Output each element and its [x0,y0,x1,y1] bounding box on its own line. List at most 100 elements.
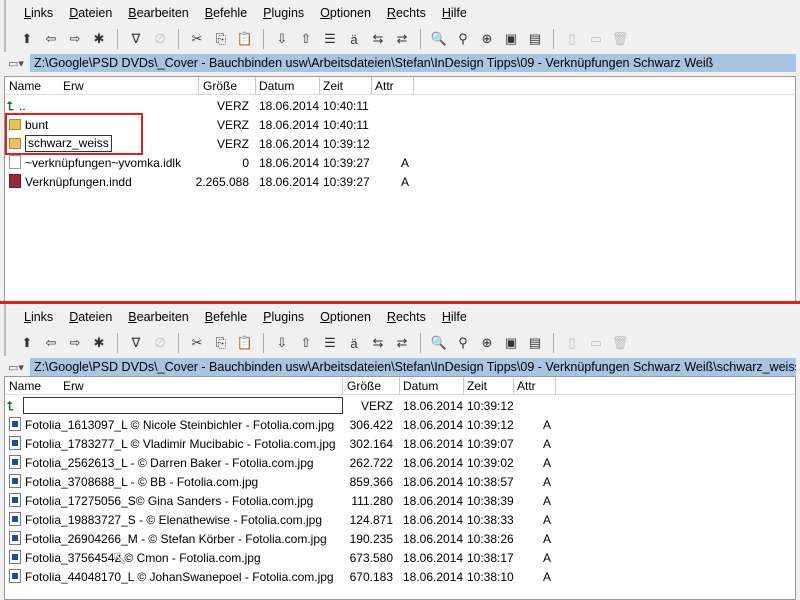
console-icon[interactable]: ▣ [502,334,520,352]
menu-rechts[interactable]: Rechts [387,310,426,324]
menu-dateien[interactable]: Dateien [69,310,112,324]
menu-befehle[interactable]: Befehle [205,310,247,324]
paste-icon[interactable]: 📋 [236,334,254,352]
file-list[interactable]: Name Erw Größe Datum Zeit Attr ⮤.. VERZ 18.06.20… [4,76,796,302]
forward-icon[interactable]: ⇨ [66,30,84,48]
properties-icon[interactable]: ☰ [321,334,339,352]
column-separator[interactable] [513,377,514,395]
sync-icon[interactable]: ⇄ [393,30,411,48]
unpack-icon[interactable]: ⇧ [297,334,315,352]
paste-icon[interactable]: 📋 [236,30,254,48]
back-icon[interactable]: ⇦ [42,334,60,352]
view-icon[interactable]: ▤ [526,30,544,48]
file-row[interactable]: Fotolia_26904266_M - © Stefan Körber - F… [5,529,795,548]
file-row[interactable]: Fotolia_44048170_L © JohanSwanepoel - Fo… [5,567,795,586]
multi-rename-icon[interactable]: ä [345,30,363,48]
column-separator[interactable] [342,377,343,395]
parent-folder-icon[interactable]: ⬆ [18,30,36,48]
favorites-icon[interactable]: ✱ [90,334,108,352]
file-row[interactable]: Fotolia_3708688_L - © BB - Fotolia.com.j… [5,472,795,491]
notes-icon[interactable]: ▭ [587,334,605,352]
filter-off-icon[interactable]: ∅ [151,334,169,352]
column-separator[interactable] [399,377,400,395]
pack-icon[interactable]: ⇩ [273,334,291,352]
ftp-icon[interactable]: ⊕ [478,30,496,48]
menu-hilfe[interactable]: Hilfe [442,310,467,324]
copy-icon[interactable]: ⎘ [212,334,230,352]
column-separator[interactable] [463,377,464,395]
menu-optionen[interactable]: Optionen [320,6,371,20]
menu-bearbeiten[interactable]: Bearbeiten [128,6,188,20]
menu-hilfe[interactable]: Hilfe [442,6,467,20]
column-size[interactable]: Größe [203,79,237,93]
column-time[interactable]: Zeit [467,379,487,393]
back-icon[interactable]: ⇦ [42,30,60,48]
copy-icon[interactable]: ⎘ [212,30,230,48]
trash-icon[interactable]: 🗑 [611,334,629,352]
properties-icon[interactable]: ☰ [321,30,339,48]
ftp-icon[interactable]: ⊕ [478,334,496,352]
network-icon[interactable]: ⚲ [454,334,472,352]
menu-befehle[interactable]: Befehle [205,6,247,20]
view-icon[interactable]: ▤ [526,334,544,352]
drive-icon[interactable]: ▭▾ [8,57,30,70]
parent-folder-icon[interactable]: ⬆ [18,334,36,352]
book-icon[interactable]: ▯ [563,30,581,48]
console-icon[interactable]: ▣ [502,30,520,48]
column-attr[interactable]: Attr [375,79,394,93]
column-date[interactable]: Datum [259,79,294,93]
favorites-icon[interactable]: ✱ [90,30,108,48]
compare-icon[interactable]: ⇆ [369,334,387,352]
search-icon[interactable]: 🔍 [430,30,448,48]
drive-icon[interactable]: ▭▾ [8,361,30,374]
column-ext[interactable]: Erw [63,379,84,393]
menu-dateien[interactable]: Dateien [69,6,112,20]
column-name[interactable]: Name [9,379,41,393]
file-row[interactable]: Fotolia_1613097_L © Nicole Steinbichler … [5,415,795,434]
cut-icon[interactable]: ✂ [188,334,206,352]
column-separator[interactable] [319,77,320,95]
menu-bearbeiten[interactable]: Bearbeiten [128,310,188,324]
file-row[interactable]: ~verknüpfungen~yvomka.idlk 0 18.06.2014 10:… [5,153,795,172]
file-row[interactable]: Fotolia_1783277_L © Vladimir Mucibabic -… [5,434,795,453]
file-row[interactable]: Verknüpfungen.indd 2.265.088 18.06.2014 10:… [5,172,795,191]
column-time[interactable]: Zeit [323,79,343,93]
compare-icon[interactable]: ⇆ [369,30,387,48]
file-row[interactable]: Fotolia_19883727_S - © Elenathewise - Fo… [5,510,795,529]
file-row[interactable]: ⮤ VERZ 18.06.2014 10:39:12 [5,396,795,415]
column-separator[interactable] [255,77,256,95]
column-separator[interactable] [555,377,556,395]
file-name[interactable] [23,397,343,414]
filter-icon[interactable]: ∇ [127,30,145,48]
filter-icon[interactable]: ∇ [127,334,145,352]
column-date[interactable]: Datum [403,379,438,393]
book-icon[interactable]: ▯ [563,334,581,352]
search-icon[interactable]: 🔍 [430,334,448,352]
notes-icon[interactable]: ▭ [587,30,605,48]
filter-off-icon[interactable]: ∅ [151,30,169,48]
cut-icon[interactable]: ✂ [188,30,206,48]
column-separator[interactable] [198,77,199,95]
menu-plugins[interactable]: Plugins [263,6,304,20]
menu-links[interactable]: Links [24,6,53,20]
unpack-icon[interactable]: ⇧ [297,30,315,48]
network-icon[interactable]: ⚲ [454,30,472,48]
column-size[interactable]: Größe [347,379,381,393]
current-path[interactable]: Z:\Google\PSD DVDs\_Cover - Bauchbinden … [30,358,796,376]
forward-icon[interactable]: ⇨ [66,334,84,352]
column-attr[interactable]: Attr [517,379,536,393]
column-separator[interactable] [413,77,414,95]
menu-links[interactable]: Links [24,310,53,324]
multi-rename-icon[interactable]: ä [345,334,363,352]
column-separator[interactable] [371,77,372,95]
column-ext[interactable]: Erw [63,79,84,93]
trash-icon[interactable]: 🗑 [611,30,629,48]
file-row[interactable]: Fotolia_17275056_S© Gina Sanders - Fotol… [5,491,795,510]
current-path[interactable]: Z:\Google\PSD DVDs\_Cover - Bauchbinden … [30,54,796,72]
file-row[interactable]: Fotolia_2562613_L - © Darren Baker - Fot… [5,453,795,472]
menu-plugins[interactable]: Plugins [263,310,304,324]
pack-icon[interactable]: ⇩ [273,30,291,48]
menu-optionen[interactable]: Optionen [320,310,371,324]
menu-rechts[interactable]: Rechts [387,6,426,20]
sync-icon[interactable]: ⇄ [393,334,411,352]
